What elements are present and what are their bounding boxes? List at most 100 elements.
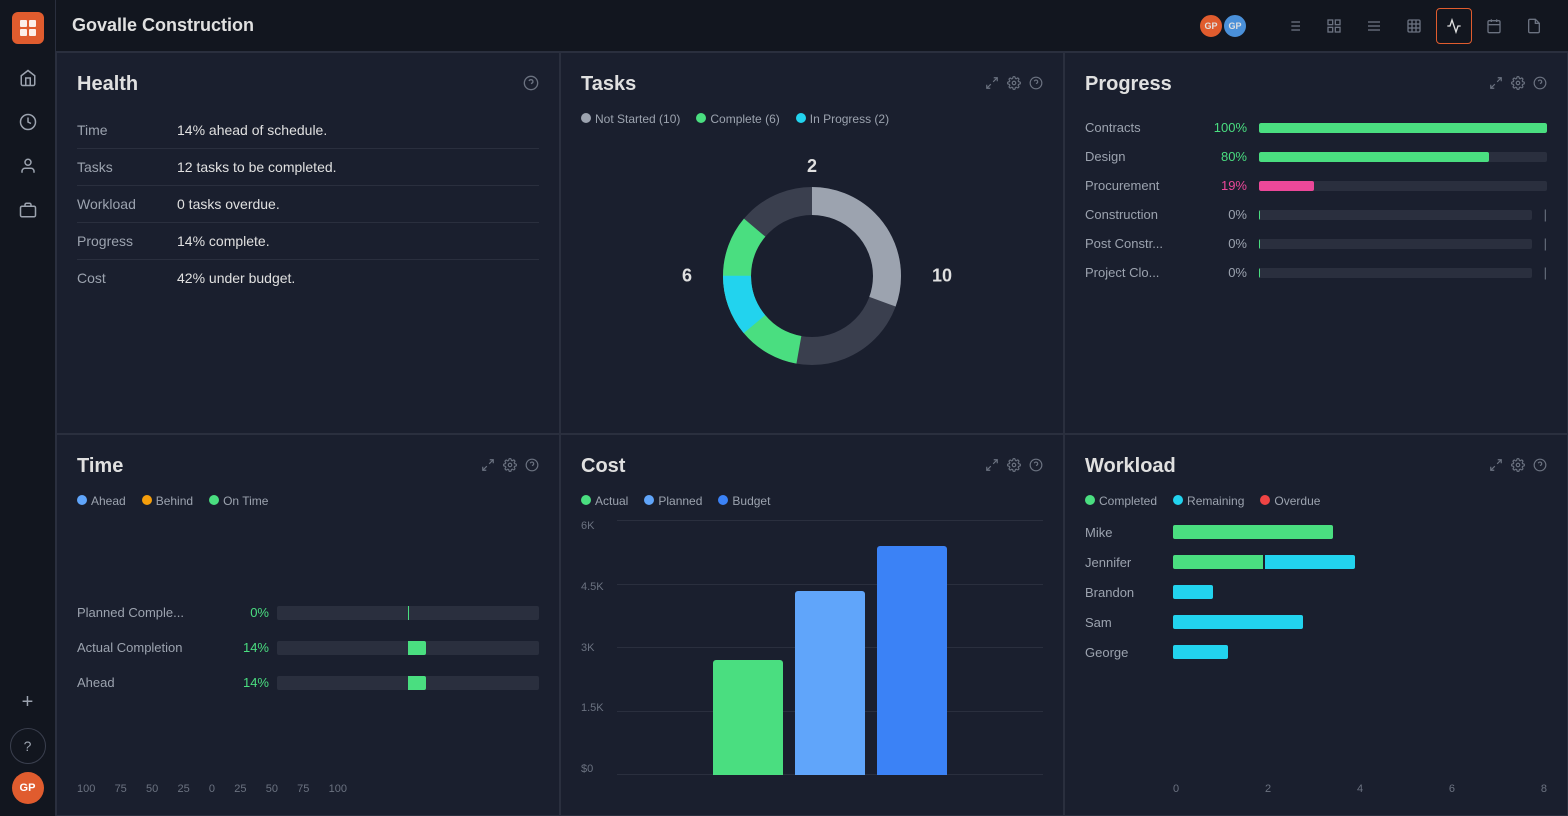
workload-row-jennifer: Jennifer xyxy=(1085,554,1547,570)
time-axis-100l: 100 xyxy=(77,783,95,795)
health-label-cost: Cost xyxy=(77,260,177,297)
cost-bars-area xyxy=(617,520,1043,775)
progress-bar-fill-project-clo xyxy=(1259,268,1260,278)
legend-completed: Completed xyxy=(1085,494,1157,508)
time-axis-75l: 75 xyxy=(115,783,127,795)
tasks-settings-icon[interactable] xyxy=(1007,76,1021,93)
time-label-actual: Actual Completion xyxy=(77,640,217,655)
time-bar-fill-ahead xyxy=(408,676,426,690)
progress-pct-project-clo: 0% xyxy=(1207,265,1247,280)
workload-name-mike: Mike xyxy=(1085,525,1165,540)
workload-bar-fill-mike-completed xyxy=(1173,525,1333,539)
health-value-tasks: 12 tasks to be completed. xyxy=(177,149,539,186)
progress-bar-bg-contracts xyxy=(1259,123,1547,133)
sidebar-item-people[interactable] xyxy=(10,148,46,184)
tasks-expand-icon[interactable] xyxy=(985,76,999,93)
list-view-button[interactable] xyxy=(1276,8,1312,44)
workload-help-icon[interactable] xyxy=(1533,458,1547,475)
sidebar-item-help[interactable]: ? xyxy=(10,728,46,764)
dashboard-view-button[interactable] xyxy=(1436,8,1472,44)
progress-bar-fill-construction xyxy=(1259,210,1260,220)
time-axis-50r: 50 xyxy=(266,783,278,795)
progress-bar-bg-construction xyxy=(1259,210,1532,220)
time-axis-100r: 100 xyxy=(329,783,347,795)
workload-name-george: George xyxy=(1085,645,1165,660)
workload-title: Workload xyxy=(1085,455,1176,478)
cost-expand-icon[interactable] xyxy=(985,458,999,475)
user-avatar[interactable]: GP xyxy=(12,772,44,804)
health-help-icon[interactable] xyxy=(523,75,539,94)
workload-bar-mike xyxy=(1173,524,1547,540)
progress-rows: Contracts 100% Design 80% Procurement 19… xyxy=(1085,120,1547,280)
workload-axis-0: 0 xyxy=(1173,783,1179,795)
legend-overdue: Overdue xyxy=(1260,494,1320,508)
progress-bar-bg-post-constr xyxy=(1259,239,1532,249)
sidebar-item-home[interactable] xyxy=(10,60,46,96)
progress-expand-icon[interactable] xyxy=(1489,76,1503,93)
legend-actual: Actual xyxy=(581,494,628,508)
sidebar-item-recent[interactable] xyxy=(10,104,46,140)
progress-pct-construction: 0% xyxy=(1207,207,1247,222)
time-panel-header: Time xyxy=(77,455,539,478)
progress-bar-bg-procurement xyxy=(1259,181,1547,191)
workload-row-george: George xyxy=(1085,644,1547,660)
cost-y-1-5k: 1.5K xyxy=(581,702,617,714)
workload-settings-icon[interactable] xyxy=(1511,458,1525,475)
time-help-icon[interactable] xyxy=(525,458,539,475)
progress-settings-icon[interactable] xyxy=(1511,76,1525,93)
health-value-time: 14% ahead of schedule. xyxy=(177,112,539,149)
workload-bar-fill-brandon-remaining xyxy=(1173,585,1213,599)
progress-name-procurement: Procurement xyxy=(1085,178,1195,193)
cost-panel: Cost Actual Planned Budget xyxy=(560,434,1064,816)
progress-panel-icons xyxy=(1489,76,1547,93)
avatar-2: GP xyxy=(1222,13,1248,39)
tasks-help-icon[interactable] xyxy=(1029,76,1043,93)
sidebar-item-add[interactable]: + xyxy=(10,684,46,720)
sidebar-item-portfolio[interactable] xyxy=(10,192,46,228)
app-logo[interactable] xyxy=(12,12,44,44)
donut-label-top: 2 xyxy=(807,156,817,177)
time-settings-icon[interactable] xyxy=(503,458,517,475)
workload-bar-sam xyxy=(1173,614,1547,630)
grid-view-button[interactable] xyxy=(1396,8,1432,44)
time-expand-icon[interactable] xyxy=(481,458,495,475)
cost-x-label xyxy=(617,775,1043,795)
time-row-ahead: Ahead 14% xyxy=(77,675,539,690)
progress-pct-design: 80% xyxy=(1207,149,1247,164)
table-view-button[interactable] xyxy=(1356,8,1392,44)
cost-settings-icon[interactable] xyxy=(1007,458,1021,475)
donut-label-left: 6 xyxy=(682,265,692,286)
doc-view-button[interactable] xyxy=(1516,8,1552,44)
workload-name-brandon: Brandon xyxy=(1085,585,1165,600)
workload-bar-fill-jennifer-remaining xyxy=(1265,555,1355,569)
workload-row-mike: Mike xyxy=(1085,524,1547,540)
cost-bars xyxy=(617,520,1043,775)
workload-axis-8: 8 xyxy=(1541,783,1547,795)
progress-name-construction: Construction xyxy=(1085,207,1195,222)
progress-name-contracts: Contracts xyxy=(1085,120,1195,135)
health-panel: Health Time 14% ahead of schedule. Tasks… xyxy=(56,52,560,434)
workload-bar-brandon xyxy=(1173,584,1547,600)
health-title: Health xyxy=(77,73,138,96)
time-label-ahead: Ahead xyxy=(77,675,217,690)
time-axis-50l: 50 xyxy=(146,783,158,795)
health-label-workload: Workload xyxy=(77,186,177,223)
tasks-panel-icons xyxy=(985,76,1043,93)
cost-panel-header: Cost xyxy=(581,455,1043,478)
progress-pct-contracts: 100% xyxy=(1207,120,1247,135)
calendar-view-button[interactable] xyxy=(1476,8,1512,44)
board-view-button[interactable] xyxy=(1316,8,1352,44)
legend-on-time: On Time xyxy=(209,494,268,508)
time-bar-planned xyxy=(277,606,539,620)
progress-pct-post-constr: 0% xyxy=(1207,236,1247,251)
tasks-title: Tasks xyxy=(581,73,636,96)
cost-bar-actual xyxy=(713,660,783,775)
cost-y-6k: 6K xyxy=(581,520,617,532)
progress-help-icon[interactable] xyxy=(1533,76,1547,93)
cost-help-icon[interactable] xyxy=(1029,458,1043,475)
workload-axis-4: 4 xyxy=(1357,783,1363,795)
cost-chart-inner xyxy=(617,520,1043,795)
dashboard-grid: Health Time 14% ahead of schedule. Tasks… xyxy=(56,52,1568,816)
workload-expand-icon[interactable] xyxy=(1489,458,1503,475)
main-content: Govalle Construction GP GP xyxy=(56,0,1568,816)
